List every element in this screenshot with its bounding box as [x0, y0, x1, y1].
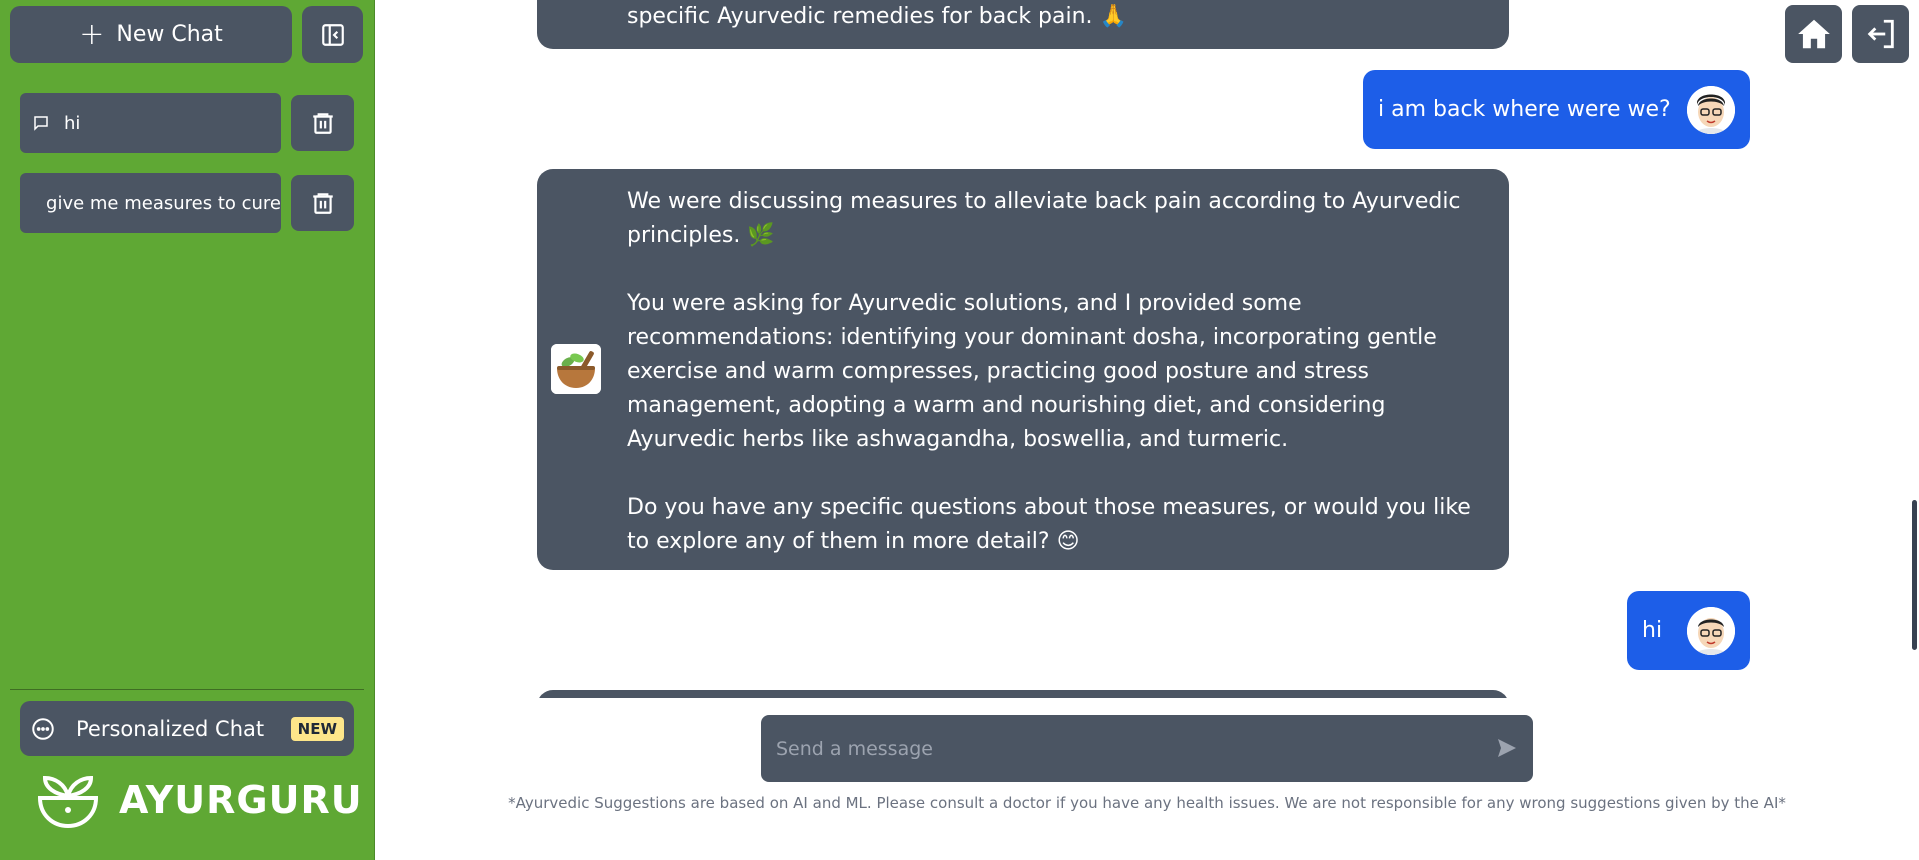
delete-chat-button[interactable]: [291, 175, 354, 231]
new-badge: NEW: [290, 716, 344, 741]
logout-icon: [1867, 19, 1894, 49]
bot-message: We were discussing measures to alleviate…: [537, 169, 1509, 570]
chat-history-item[interactable]: give me measures to cure: [20, 173, 281, 233]
sidebar: + New Chat hi give me measures to cure P…: [0, 0, 375, 860]
send-button[interactable]: [1495, 736, 1519, 764]
collapse-sidebar-button[interactable]: [302, 6, 363, 63]
sidebar-collapse-icon: [321, 23, 344, 46]
chat-history-item[interactable]: hi: [20, 93, 281, 153]
herbal-bowl-icon: [37, 775, 99, 829]
home-icon: [1797, 19, 1830, 49]
bot-paragraph: We were discussing measures to alleviate…: [627, 189, 1461, 248]
message-input[interactable]: [761, 715, 1461, 782]
plus-icon: +: [79, 16, 105, 52]
home-button[interactable]: [1785, 5, 1842, 63]
send-icon: [1498, 739, 1516, 757]
user-avatar-icon: [1687, 606, 1735, 655]
chat-title: hi: [64, 112, 81, 134]
brand-name: AYURGURU: [119, 778, 363, 822]
bot-message-text: specific Ayurvedic remedies for back pai…: [627, 4, 1127, 29]
bot-paragraph: You were asking for Ayurvedic solutions,…: [627, 291, 1437, 452]
user-avatar-icon: [1687, 85, 1735, 134]
chat-title: give me measures to cure: [46, 192, 281, 214]
delete-chat-button[interactable]: [291, 95, 354, 151]
logout-button[interactable]: [1852, 5, 1909, 63]
message-list[interactable]: specific Ayurvedic remedies for back pai…: [375, 0, 1919, 698]
user-message: i am back where were we?: [1363, 70, 1750, 149]
brand-logo[interactable]: AYURGURU: [35, 770, 363, 830]
user-message-text: hi: [1642, 618, 1663, 643]
bot-message: specific Ayurvedic remedies for back pai…: [537, 0, 1509, 49]
message-composer: [761, 715, 1533, 782]
user-avatar: [1687, 606, 1735, 655]
user-message-text: i am back where were we?: [1378, 97, 1671, 122]
mortar-pestle-icon: [551, 344, 601, 394]
chat-main: specific Ayurvedic remedies for back pai…: [375, 0, 1919, 860]
user-message: hi: [1627, 591, 1750, 670]
disclaimer-text: *Ayurvedic Suggestions are based on AI a…: [508, 794, 1786, 812]
sidebar-divider: [10, 689, 364, 690]
chat-bubble-icon: [34, 116, 48, 131]
personalized-chat-label: Personalized Chat: [76, 716, 265, 741]
bot-avatar: [551, 344, 601, 394]
chat-dots-icon: [32, 717, 54, 740]
bot-message-partial: [537, 690, 1509, 698]
personalized-chat-button[interactable]: Personalized Chat NEW: [20, 701, 354, 756]
trash-icon: [312, 193, 333, 214]
bot-paragraph: Do you have any specific questions about…: [627, 495, 1471, 554]
user-avatar: [1687, 85, 1735, 134]
scrollbar-thumb[interactable]: [1912, 500, 1917, 650]
new-chat-button[interactable]: + New Chat: [10, 6, 292, 63]
trash-icon: [312, 113, 333, 134]
new-chat-label: New Chat: [116, 22, 223, 47]
bot-message-body: We were discussing measures to alleviate…: [627, 185, 1491, 559]
